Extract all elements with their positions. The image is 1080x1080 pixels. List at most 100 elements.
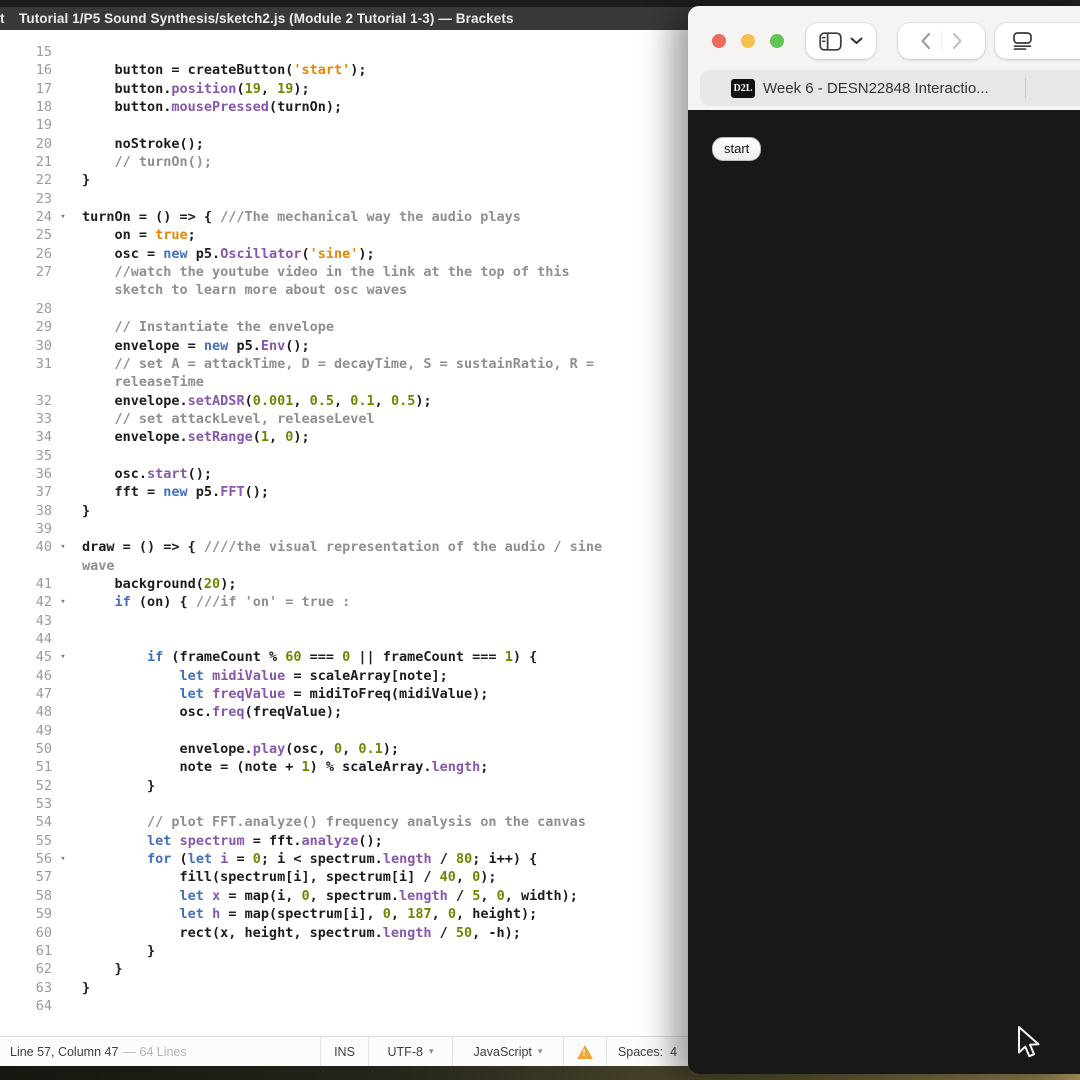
code-line[interactable]: 41 background(20); xyxy=(0,575,688,593)
fold-arrow-icon[interactable]: ▾ xyxy=(52,850,74,868)
code-line[interactable]: 31 // set A = attackTime, D = decayTime,… xyxy=(0,355,688,373)
code-line[interactable]: 15 xyxy=(0,43,688,61)
encoding-select[interactable]: UTF-8 ▾ xyxy=(368,1037,452,1066)
fold-arrow-icon[interactable]: ▾ xyxy=(52,648,74,666)
line-number: 26 xyxy=(0,245,52,263)
code-line[interactable]: 59 let h = map(spectrum[i], 0, 187, 0, h… xyxy=(0,905,688,923)
line-number: 50 xyxy=(0,740,52,758)
line-number: 41 xyxy=(0,575,52,593)
code-line[interactable]: 60 rect(x, height, spectrum.length / 50,… xyxy=(0,924,688,942)
code-line[interactable]: 51 note = (note + 1) % scaleArray.length… xyxy=(0,758,688,776)
lint-warning-button[interactable]: ! xyxy=(563,1037,606,1066)
code-line[interactable]: 16 button = createButton('start'); xyxy=(0,61,688,79)
code-line[interactable]: wave xyxy=(0,557,688,575)
line-number: 64 xyxy=(0,997,52,1015)
close-window-button[interactable] xyxy=(712,34,726,48)
code-line[interactable]: 34 envelope.setRange(1, 0); xyxy=(0,428,688,446)
tab-separator xyxy=(1025,78,1026,98)
code-text: osc.start(); xyxy=(82,465,212,483)
code-line[interactable]: 29 // Instantiate the envelope xyxy=(0,318,688,336)
code-text: osc = new p5.Oscillator('sine'); xyxy=(82,245,375,263)
code-line[interactable]: 44 xyxy=(0,630,688,648)
code-line[interactable]: 43 xyxy=(0,612,688,630)
fold-gutter xyxy=(52,410,74,428)
fold-arrow-icon[interactable]: ▾ xyxy=(52,593,74,611)
code-line[interactable]: 24▾turnOn = () => { ///The mechanical wa… xyxy=(0,208,688,226)
code-line[interactable]: 20 noStroke(); xyxy=(0,135,688,153)
code-line[interactable]: 45▾ if (frameCount % 60 === 0 || frameCo… xyxy=(0,648,688,666)
code-line[interactable]: 17 button.position(19, 19); xyxy=(0,80,688,98)
code-line[interactable]: 35 xyxy=(0,447,688,465)
fold-gutter xyxy=(52,979,74,997)
code-line[interactable]: 37 fft = new p5.FFT(); xyxy=(0,483,688,501)
code-line[interactable]: 30 envelope = new p5.Env(); xyxy=(0,337,688,355)
code-line[interactable]: 56▾ for (let i = 0; i < spectrum.length … xyxy=(0,850,688,868)
code-line[interactable]: 32 envelope.setADSR(0.001, 0.5, 0.1, 0.5… xyxy=(0,392,688,410)
code-line[interactable]: 61 } xyxy=(0,942,688,960)
fold-arrow-icon[interactable]: ▾ xyxy=(52,538,74,556)
code-line[interactable]: 18 button.mousePressed(turnOn); xyxy=(0,98,688,116)
language-select[interactable]: JavaScript ▾ xyxy=(452,1037,563,1066)
line-number: 42 xyxy=(0,593,52,611)
code-line[interactable]: 63} xyxy=(0,979,688,997)
code-line[interactable]: 64 xyxy=(0,997,688,1015)
fold-gutter xyxy=(52,777,74,795)
tab-week6-desn22848[interactable]: D2L Week 6 - DESN22848 Interactio... xyxy=(700,70,1080,106)
code-line[interactable]: 21 // turnOn(); xyxy=(0,153,688,171)
fold-gutter xyxy=(52,447,74,465)
code-line[interactable]: 22} xyxy=(0,171,688,189)
code-line[interactable]: 52 } xyxy=(0,777,688,795)
line-number: 27 xyxy=(0,263,52,281)
code-line[interactable]: 39 xyxy=(0,520,688,538)
code-pane[interactable]: 1516 button = createButton('start');17 b… xyxy=(0,30,688,1037)
page-format-button-group[interactable] xyxy=(995,23,1080,59)
code-line[interactable]: releaseTime xyxy=(0,373,688,391)
code-line[interactable]: 42▾ if (on) { ///if 'on' = true : xyxy=(0,593,688,611)
line-number: 30 xyxy=(0,337,52,355)
code-line[interactable]: 46 let midiValue = scaleArray[note]; xyxy=(0,667,688,685)
code-line[interactable]: 40▾draw = () => { ////the visual represe… xyxy=(0,538,688,556)
d2l-favicon: D2L xyxy=(731,79,755,98)
fold-gutter xyxy=(52,905,74,923)
code-line[interactable]: 25 on = true; xyxy=(0,226,688,244)
code-line[interactable]: 26 osc = new p5.Oscillator('sine'); xyxy=(0,245,688,263)
start-button[interactable]: start xyxy=(712,137,761,161)
line-number: 18 xyxy=(0,98,52,116)
code-line[interactable]: 50 envelope.play(osc, 0, 0.1); xyxy=(0,740,688,758)
code-text: note = (note + 1) % scaleArray.length; xyxy=(82,758,488,776)
zoom-window-button[interactable] xyxy=(770,34,784,48)
code-line[interactable]: 38} xyxy=(0,502,688,520)
line-number: 57 xyxy=(0,868,52,886)
code-line[interactable]: 47 let freqValue = midiToFreq(midiValue)… xyxy=(0,685,688,703)
code-text: } xyxy=(82,777,155,795)
code-line[interactable]: 19 xyxy=(0,116,688,134)
line-count: — 64 Lines xyxy=(123,1045,186,1059)
code-line[interactable]: 62 } xyxy=(0,960,688,978)
code-line[interactable]: 33 // set attackLevel, releaseLevel xyxy=(0,410,688,428)
code-line[interactable]: 57 fill(spectrum[i], spectrum[i] / 40, 0… xyxy=(0,868,688,886)
code-line[interactable]: 36 osc.start(); xyxy=(0,465,688,483)
back-button[interactable] xyxy=(920,32,931,50)
fold-arrow-icon[interactable]: ▾ xyxy=(52,208,74,226)
line-number: 33 xyxy=(0,410,52,428)
code-line[interactable]: sketch to learn more about osc waves xyxy=(0,281,688,299)
line-number: 51 xyxy=(0,758,52,776)
minimize-window-button[interactable] xyxy=(741,34,755,48)
code-line[interactable]: 54 // plot FFT.analyze() frequency analy… xyxy=(0,813,688,831)
code-text: let h = map(spectrum[i], 0, 187, 0, heig… xyxy=(82,905,537,923)
indent-setting[interactable]: Spaces: 4 xyxy=(606,1037,688,1066)
insert-mode-toggle[interactable]: INS xyxy=(320,1037,368,1066)
code-line[interactable]: 49 xyxy=(0,722,688,740)
fold-gutter xyxy=(52,795,74,813)
code-line[interactable]: 55 let spectrum = fft.analyze(); xyxy=(0,832,688,850)
code-line[interactable]: 53 xyxy=(0,795,688,813)
code-line[interactable]: 48 osc.freq(freqValue); xyxy=(0,703,688,721)
code-text: on = true; xyxy=(82,226,196,244)
forward-button[interactable] xyxy=(952,32,963,50)
code-line[interactable]: 58 let x = map(i, 0, spectrum.length / 5… xyxy=(0,887,688,905)
code-line[interactable]: 27 //watch the youtube video in the link… xyxy=(0,263,688,281)
code-line[interactable]: 28 xyxy=(0,300,688,318)
code-line[interactable]: 23 xyxy=(0,190,688,208)
sidebar-button-group[interactable] xyxy=(806,23,876,59)
code-text: let spectrum = fft.analyze(); xyxy=(82,832,383,850)
